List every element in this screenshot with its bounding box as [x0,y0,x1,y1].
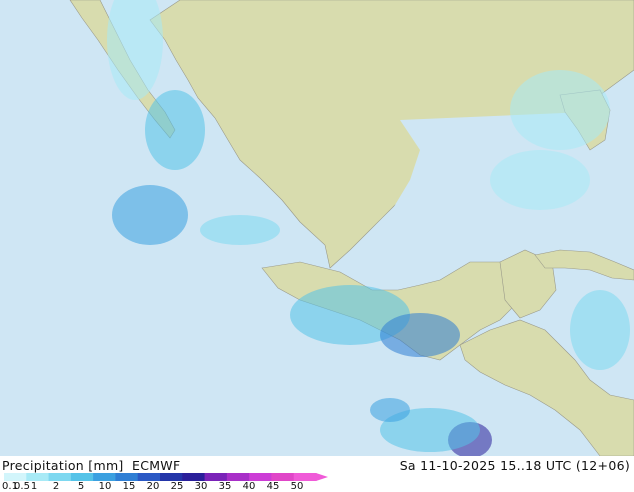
legend-arrow [316,473,328,481]
legend-tick-label: 40 [242,481,256,492]
legend-swatch [249,473,272,481]
legend-tick-label: 45 [266,481,280,492]
precip-area [570,290,630,370]
legend-swatch [160,473,183,481]
legend-tick-label: 1 [30,481,38,492]
legend-swatch [26,473,50,481]
legend-tick-label: 30 [194,481,208,492]
legend-swatch [204,473,228,481]
legend-tick-label: 15 [122,481,136,492]
precip-area [490,150,590,210]
legend-swatch [293,473,317,481]
timestamp: Sa 11-10-2025 15..18 UTC (12+06) [399,458,630,473]
legend-swatch [271,473,295,481]
legend-tick-label: 35 [218,481,232,492]
map-canvas [0,0,634,456]
legend-swatch [48,473,72,481]
legend-title: Precipitation [mm] [2,458,124,473]
legend-tick-label: 50 [290,481,304,492]
legend-swatch [137,473,161,481]
precip-area [112,185,188,245]
legend-swatch [4,473,27,481]
precipitation-map[interactable] [0,0,634,456]
legend-color-bar [4,473,328,481]
precip-area [370,398,410,422]
model-name: ECMWF [132,458,181,473]
precip-area [510,70,610,150]
legend-swatch [226,473,250,481]
precip-area [145,90,205,170]
legend-swatch [182,473,206,481]
legend-tick-label: 20 [146,481,160,492]
legend-swatch [93,473,116,481]
legend-tick-label: 25 [170,481,184,492]
precip-area [380,313,460,357]
legend-tick-label: 10 [98,481,112,492]
legend-tick-label: 0.5 [14,481,30,492]
legend-tick-label: 5 [77,481,85,492]
legend-swatch [70,473,94,481]
map-footer: Precipitation [mm] ECMWF Sa 11-10-2025 1… [0,456,634,492]
legend-tick-label: 2 [52,481,60,492]
legend-swatch [115,473,139,481]
precip-area [200,215,280,245]
